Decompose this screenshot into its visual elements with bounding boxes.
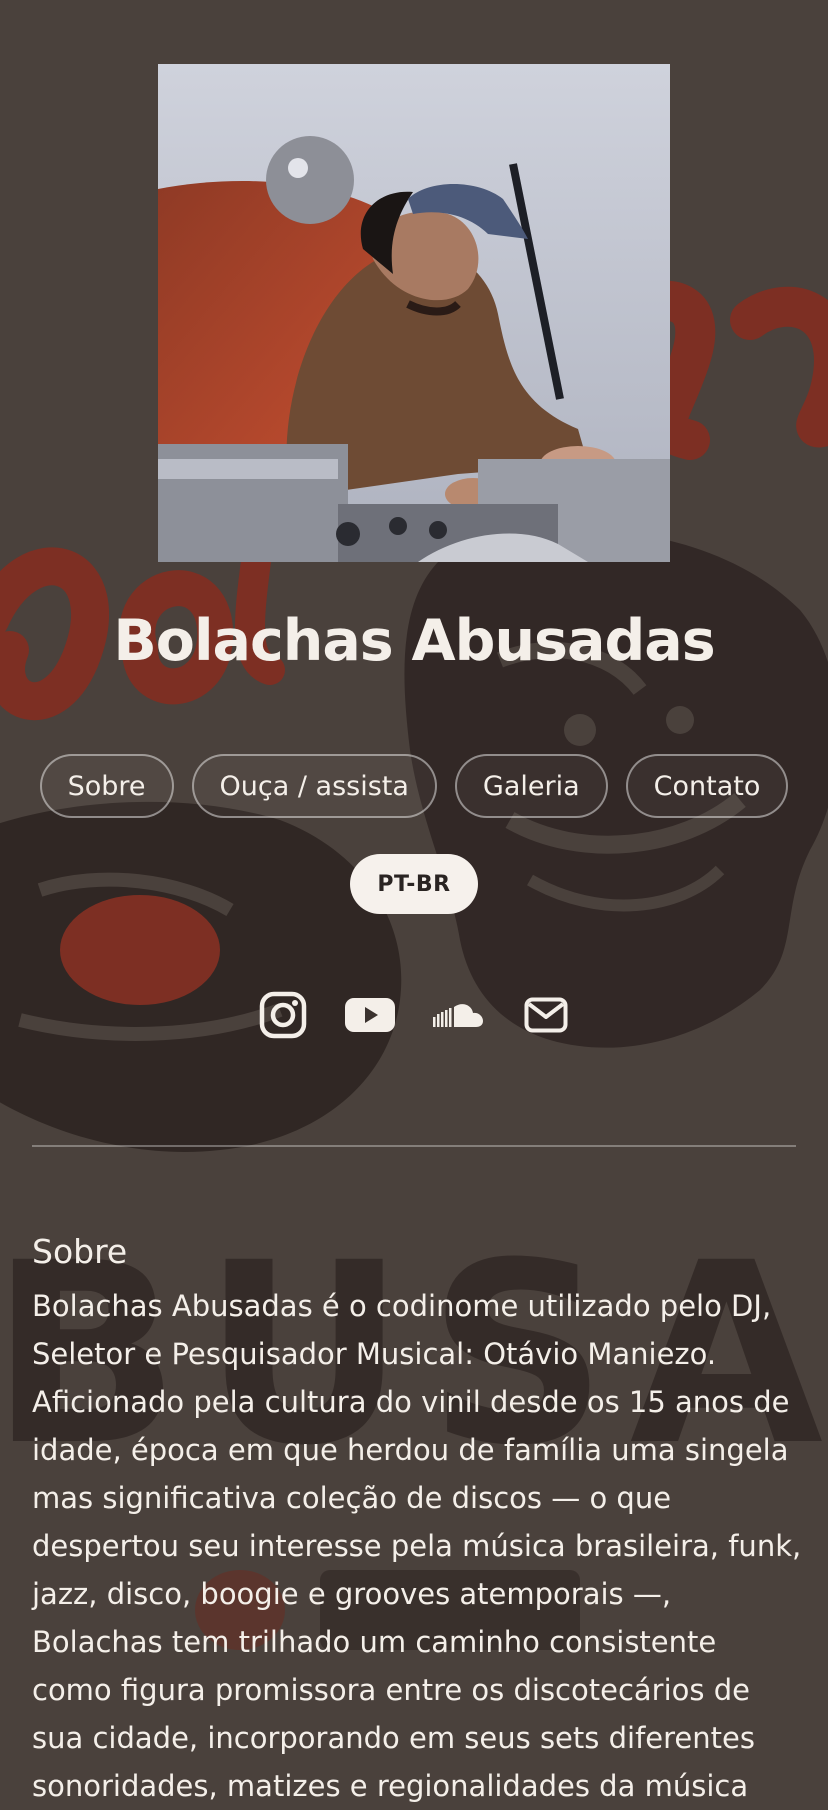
youtube-icon[interactable] bbox=[345, 990, 395, 1040]
mail-icon[interactable] bbox=[523, 990, 569, 1040]
nav-button-ouca-assista[interactable]: Ouça / assista bbox=[191, 754, 437, 818]
soundcloud-icon[interactable] bbox=[432, 990, 484, 1040]
nav-button-contato[interactable]: Contato bbox=[625, 754, 789, 818]
page-title: Bolachas Abusadas bbox=[113, 608, 715, 674]
language-button[interactable]: PT-BR bbox=[350, 854, 478, 914]
main-nav: Sobre Ouça / assista Galeria Contato bbox=[0, 754, 828, 818]
nav-button-galeria[interactable]: Galeria bbox=[454, 754, 608, 818]
social-links bbox=[0, 990, 828, 1040]
section-divider bbox=[32, 1145, 796, 1147]
hero-photo-dj bbox=[158, 64, 670, 562]
instagram-icon[interactable] bbox=[258, 990, 308, 1040]
about-text: Bolachas Abusadas é o codinome utilizado… bbox=[32, 1289, 802, 1803]
nav-button-sobre[interactable]: Sobre bbox=[39, 754, 174, 818]
background-hand-illustration bbox=[0, 801, 402, 1152]
about-heading: Sobre bbox=[32, 1232, 128, 1271]
